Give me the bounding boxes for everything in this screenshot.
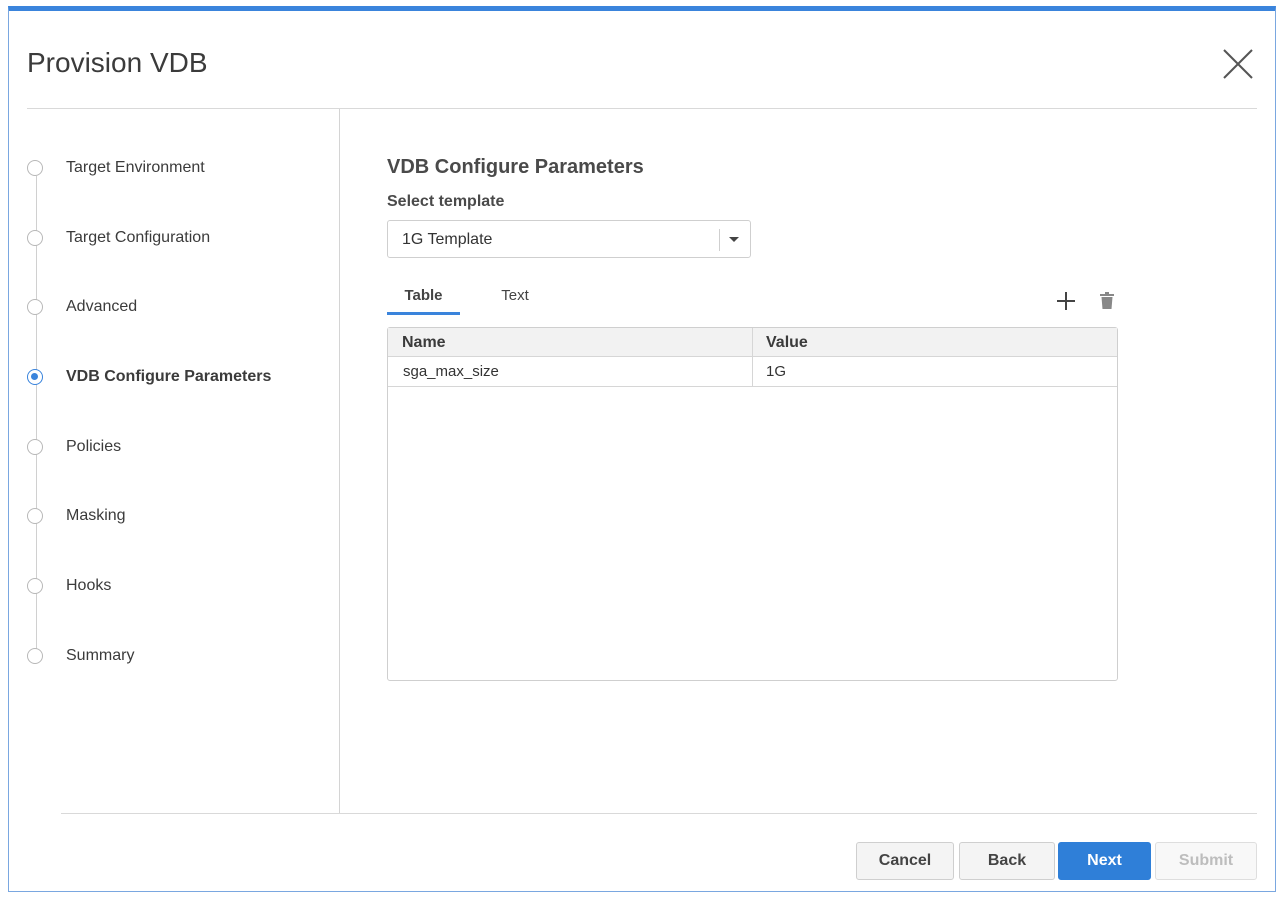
step-radio-icon <box>27 299 43 315</box>
step-hooks[interactable]: Hooks <box>27 574 111 598</box>
step-radio-icon <box>27 160 43 176</box>
step-summary[interactable]: Summary <box>27 644 134 668</box>
submit-button[interactable]: Submit <box>1155 842 1257 880</box>
provision-vdb-dialog: Provision VDB Target Environment Target … <box>8 6 1276 892</box>
footer-divider <box>61 813 1257 814</box>
dialog-title: Provision VDB <box>27 47 208 78</box>
step-radio-icon <box>27 508 43 524</box>
step-label: Masking <box>66 507 126 524</box>
step-radio-icon <box>27 648 43 664</box>
close-icon[interactable] <box>1221 47 1255 81</box>
template-label: Select template <box>387 193 505 210</box>
chevron-down-icon[interactable] <box>729 237 739 242</box>
sidebar-divider <box>339 109 340 813</box>
back-button[interactable]: Back <box>959 842 1055 880</box>
cell-value[interactable]: 1G <box>766 363 786 380</box>
step-label: Target Configuration <box>66 229 211 246</box>
step-vdb-configure-parameters[interactable]: VDB Configure Parameters <box>27 365 271 389</box>
add-icon[interactable] <box>1055 290 1077 312</box>
step-label: VDB Configure Parameters <box>66 368 272 385</box>
template-select-value: 1G Template <box>402 231 493 248</box>
section-title: VDB Configure Parameters <box>387 156 644 178</box>
step-advanced[interactable]: Advanced <box>27 295 137 319</box>
step-target-environment[interactable]: Target Environment <box>27 156 205 180</box>
step-label: Target Environment <box>66 159 205 176</box>
step-label: Policies <box>66 438 122 455</box>
step-target-configuration[interactable]: Target Configuration <box>27 226 210 250</box>
step-policies[interactable]: Policies <box>27 435 121 459</box>
table-row[interactable]: sga_max_size 1G <box>388 357 1117 387</box>
step-radio-icon <box>27 439 43 455</box>
trash-icon[interactable] <box>1100 292 1114 310</box>
cell-name[interactable]: sga_max_size <box>403 363 499 380</box>
tab-text[interactable]: Text <box>485 285 545 317</box>
header-divider <box>27 108 1257 109</box>
tab-table[interactable]: Table <box>387 285 460 315</box>
step-label: Advanced <box>66 298 138 315</box>
select-divider <box>719 229 720 251</box>
cancel-button[interactable]: Cancel <box>856 842 954 880</box>
step-masking[interactable]: Masking <box>27 504 126 528</box>
step-radio-icon <box>27 230 43 246</box>
column-header-value: Value <box>766 334 808 351</box>
next-button[interactable]: Next <box>1058 842 1151 880</box>
parameters-table: Name Value sga_max_size 1G <box>387 327 1118 681</box>
step-radio-icon <box>27 578 43 594</box>
step-label: Hooks <box>66 577 112 594</box>
step-radio-selected-icon <box>27 369 43 385</box>
step-label: Summary <box>66 647 135 664</box>
template-select[interactable]: 1G Template <box>387 220 751 258</box>
column-header-name: Name <box>402 334 446 351</box>
